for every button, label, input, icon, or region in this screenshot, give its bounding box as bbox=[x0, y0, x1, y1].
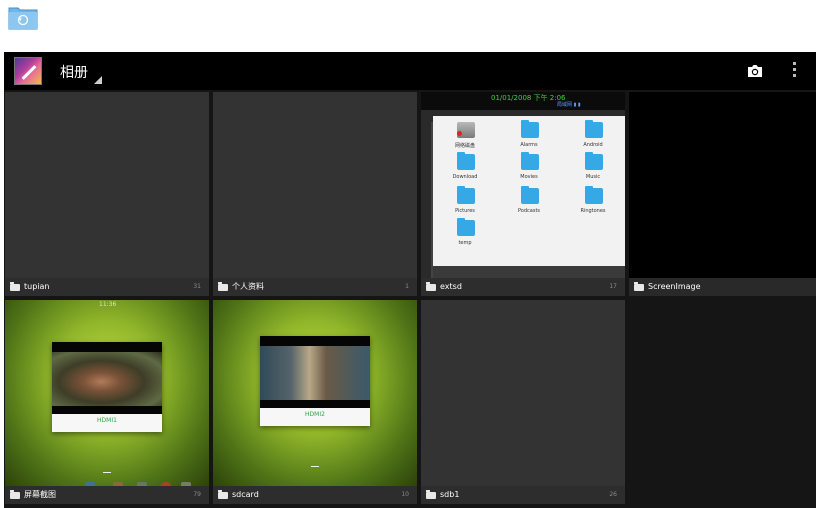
thumb-folder: Download bbox=[433, 152, 497, 188]
thumb-status-network: 局域网 ▮ ▮ bbox=[557, 102, 581, 108]
thumb-folder: temp bbox=[433, 218, 497, 254]
thumb-status-bar: 01/01/2008 下午 2:06 局域网 ▮ ▮ bbox=[421, 92, 625, 110]
thumb-folder: 网络磁盘 bbox=[433, 122, 497, 156]
album-name: sdcard bbox=[232, 490, 259, 499]
thumb-video-card: HDMI2 bbox=[260, 336, 370, 426]
thumb-folder: Pictures bbox=[433, 186, 497, 222]
folder-icon bbox=[585, 186, 603, 204]
spinner-indicator-icon[interactable] bbox=[94, 76, 102, 84]
album-name: tupian bbox=[24, 282, 50, 291]
thumb-folder: Ringtones bbox=[561, 186, 625, 222]
album-name: 个人资料 bbox=[232, 282, 264, 291]
folder-icon bbox=[457, 218, 475, 236]
folder-icon bbox=[585, 120, 603, 138]
album-thumbnail: 11:36 HDMI1 bbox=[5, 300, 209, 486]
video-frame bbox=[52, 352, 162, 406]
album-name: ScreenImage bbox=[648, 282, 701, 291]
folder-icon bbox=[218, 490, 228, 499]
album-name: extsd bbox=[440, 282, 462, 291]
album-count: 79 bbox=[193, 491, 201, 498]
album-label: sdb1 26 bbox=[421, 486, 625, 504]
action-bar: 相册 bbox=[4, 52, 816, 90]
album-count: 17 bbox=[609, 283, 617, 290]
folder-icon bbox=[457, 152, 475, 170]
overflow-menu-icon[interactable] bbox=[790, 62, 798, 80]
album-thumbnail: 01/01/2008 下午 2:06 局域网 ▮ ▮ 网络磁盘 Alarms A… bbox=[421, 92, 625, 278]
album-thumbnail: HDMI2 bbox=[213, 300, 417, 486]
album-label: ScreenImage bbox=[629, 278, 816, 296]
folder-icon bbox=[218, 282, 228, 291]
thumb-page-indicator bbox=[311, 466, 319, 467]
gallery-icon[interactable] bbox=[14, 57, 42, 85]
thumb-folder: Music bbox=[561, 152, 625, 188]
thumb-page-indicator bbox=[103, 472, 111, 473]
video-frame bbox=[260, 346, 370, 400]
album-label: extsd 17 bbox=[421, 278, 625, 296]
thumb-folder: Movies bbox=[497, 152, 561, 188]
album-tile-extsd[interactable]: 01/01/2008 下午 2:06 局域网 ▮ ▮ 网络磁盘 Alarms A… bbox=[421, 92, 625, 296]
album-count: 31 bbox=[193, 283, 201, 290]
album-label: 个人资料 1 bbox=[213, 278, 417, 296]
album-name: sdb1 bbox=[440, 490, 460, 499]
folder-icon bbox=[426, 282, 436, 291]
album-tile-screenimage[interactable]: ScreenImage bbox=[629, 92, 816, 296]
video-caption: HDMI1 bbox=[97, 417, 117, 424]
folder-icon bbox=[10, 490, 20, 499]
album-thumbnail bbox=[421, 300, 625, 486]
folder-icon bbox=[585, 152, 603, 170]
video-caption: HDMI2 bbox=[305, 411, 325, 418]
folder-icon bbox=[634, 282, 644, 291]
album-thumbnail bbox=[629, 92, 816, 278]
album-label: tupian 31 bbox=[5, 278, 209, 296]
folder-icon bbox=[521, 120, 539, 138]
camera-icon[interactable] bbox=[746, 62, 764, 80]
folder-icon bbox=[10, 282, 20, 291]
disk-icon bbox=[457, 122, 475, 138]
thumb-folder: Alarms bbox=[497, 120, 561, 156]
thumb-file-panel: 网络磁盘 Alarms Android Download Movies Musi… bbox=[433, 116, 625, 266]
album-spinner-title[interactable]: 相册 bbox=[60, 62, 88, 82]
album-thumbnail bbox=[5, 92, 209, 278]
thumb-bottom-bar bbox=[433, 266, 625, 278]
thumb-folder: Android bbox=[561, 120, 625, 156]
album-label: sdcard 10 bbox=[213, 486, 417, 504]
folder-icon bbox=[521, 186, 539, 204]
album-thumbnail bbox=[213, 92, 417, 278]
album-tile-tupian[interactable]: tupian 31 bbox=[5, 92, 209, 296]
folder-icon bbox=[457, 186, 475, 204]
album-count: 10 bbox=[401, 491, 409, 498]
thumb-clock: 11:36 bbox=[99, 301, 117, 308]
thumb-video-card: HDMI1 bbox=[52, 342, 162, 432]
history-folder-icon[interactable] bbox=[8, 4, 38, 30]
album-name: 屏幕截图 bbox=[24, 490, 56, 499]
album-count: 1 bbox=[405, 283, 409, 290]
thumb-side-toolbar bbox=[421, 122, 431, 278]
folder-icon bbox=[521, 152, 539, 170]
thumb-folder: Podcasts bbox=[497, 186, 561, 222]
folder-icon bbox=[426, 490, 436, 499]
album-tile-sdb1[interactable]: sdb1 26 bbox=[421, 300, 625, 504]
album-tile-personal[interactable]: 个人资料 1 bbox=[213, 92, 417, 296]
thumb-status-time: 01/01/2008 下午 2:06 bbox=[491, 94, 566, 102]
album-count: 26 bbox=[609, 491, 617, 498]
album-tile-sdcard[interactable]: HDMI2 sdcard 10 bbox=[213, 300, 417, 504]
album-tile-screenshots[interactable]: 11:36 HDMI1 屏幕截图 79 bbox=[5, 300, 209, 504]
album-label: 屏幕截图 79 bbox=[5, 486, 209, 504]
gallery-app: 相册 tupian 31 个人资料 1 01/01/2008 下午 2:06 局… bbox=[4, 52, 816, 508]
